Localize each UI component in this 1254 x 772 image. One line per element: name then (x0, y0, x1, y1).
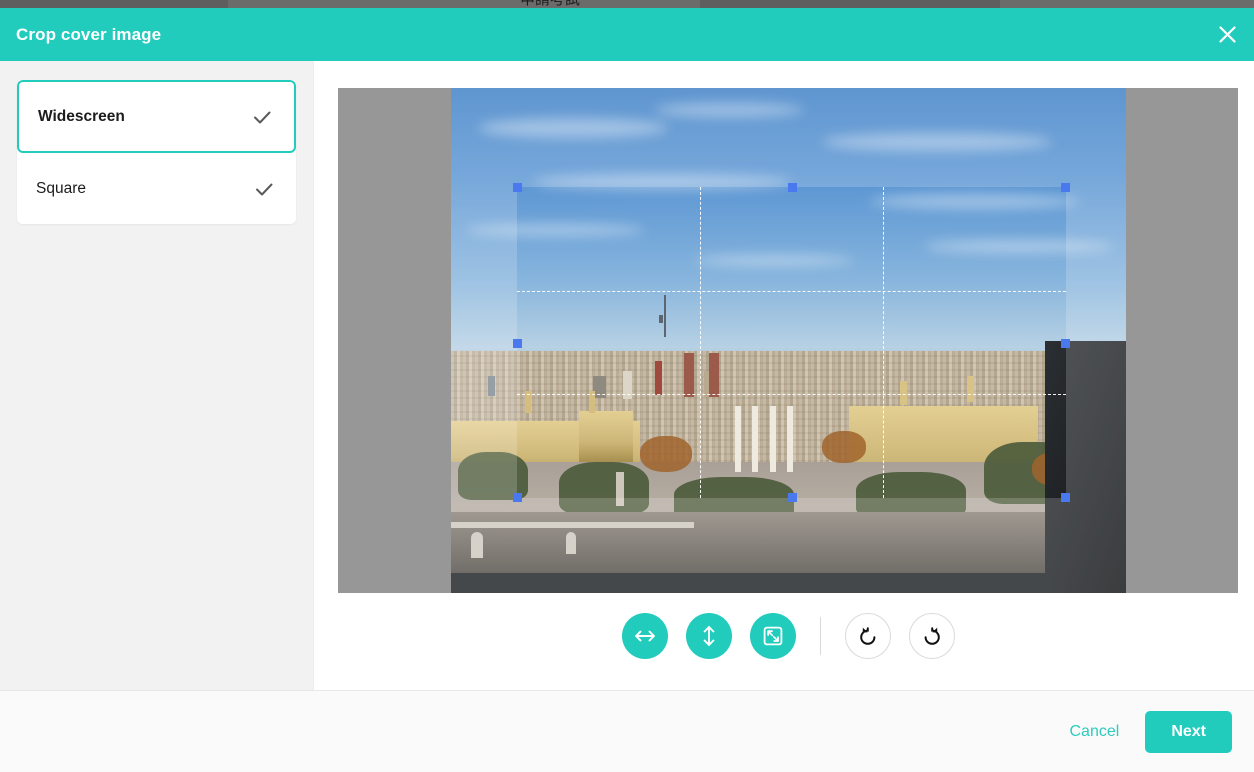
crop-handle-top-center[interactable] (788, 183, 797, 192)
flip-vertical-icon (697, 624, 721, 648)
crop-handle-top-left[interactable] (513, 183, 522, 192)
flip-vertical-button[interactable] (686, 613, 732, 659)
rotate-left-icon (856, 624, 880, 648)
fit-to-frame-icon (761, 624, 785, 648)
modal-body: Widescreen Square (0, 61, 1254, 690)
close-glyph (1218, 25, 1237, 44)
cancel-button[interactable]: Cancel (1070, 723, 1120, 741)
crop-stage[interactable] (338, 88, 1238, 593)
aspect-ratio-label: Square (36, 180, 86, 198)
crop-guide-vertical-2 (883, 187, 884, 498)
crop-handle-top-right[interactable] (1061, 183, 1070, 192)
check-icon (253, 178, 275, 200)
crop-cover-image-modal: Crop cover image Widescreen Square (0, 8, 1254, 772)
next-button[interactable]: Next (1145, 711, 1232, 753)
fit-to-frame-button[interactable] (750, 613, 796, 659)
crop-guide-horizontal-1 (517, 291, 1066, 292)
crop-guide-vertical-1 (700, 187, 701, 498)
crop-handle-bottom-center[interactable] (788, 493, 797, 502)
background-page: 申請考試 (0, 0, 1254, 8)
image-tools-toolbar (338, 606, 1238, 666)
modal-title: Crop cover image (16, 25, 161, 45)
aspect-ratio-option-square[interactable]: Square (17, 153, 296, 224)
close-icon[interactable] (1210, 18, 1244, 52)
modal-footer: Cancel Next (0, 690, 1254, 772)
aspect-ratio-option-widescreen[interactable]: Widescreen (17, 80, 296, 153)
aspect-ratio-sidebar: Widescreen Square (0, 61, 314, 690)
crop-handle-bottom-right[interactable] (1061, 493, 1070, 502)
aspect-ratio-label: Widescreen (38, 108, 125, 126)
modal-header: Crop cover image (0, 8, 1254, 61)
rotate-right-icon (920, 624, 944, 648)
crop-handle-middle-right[interactable] (1061, 339, 1070, 348)
flip-horizontal-icon (633, 624, 657, 648)
rotate-right-button[interactable] (909, 613, 955, 659)
toolbar-divider (820, 617, 821, 655)
crop-guide-horizontal-2 (517, 394, 1066, 395)
check-icon (251, 106, 273, 128)
crop-selection[interactable] (517, 187, 1066, 498)
rotate-left-button[interactable] (845, 613, 891, 659)
crop-handle-bottom-left[interactable] (513, 493, 522, 502)
flip-horizontal-button[interactable] (622, 613, 668, 659)
editor-pane (314, 61, 1254, 690)
background-page-text: 申請考試 (520, 0, 780, 8)
aspect-ratio-list: Widescreen Square (17, 80, 296, 224)
crop-handle-middle-left[interactable] (513, 339, 522, 348)
